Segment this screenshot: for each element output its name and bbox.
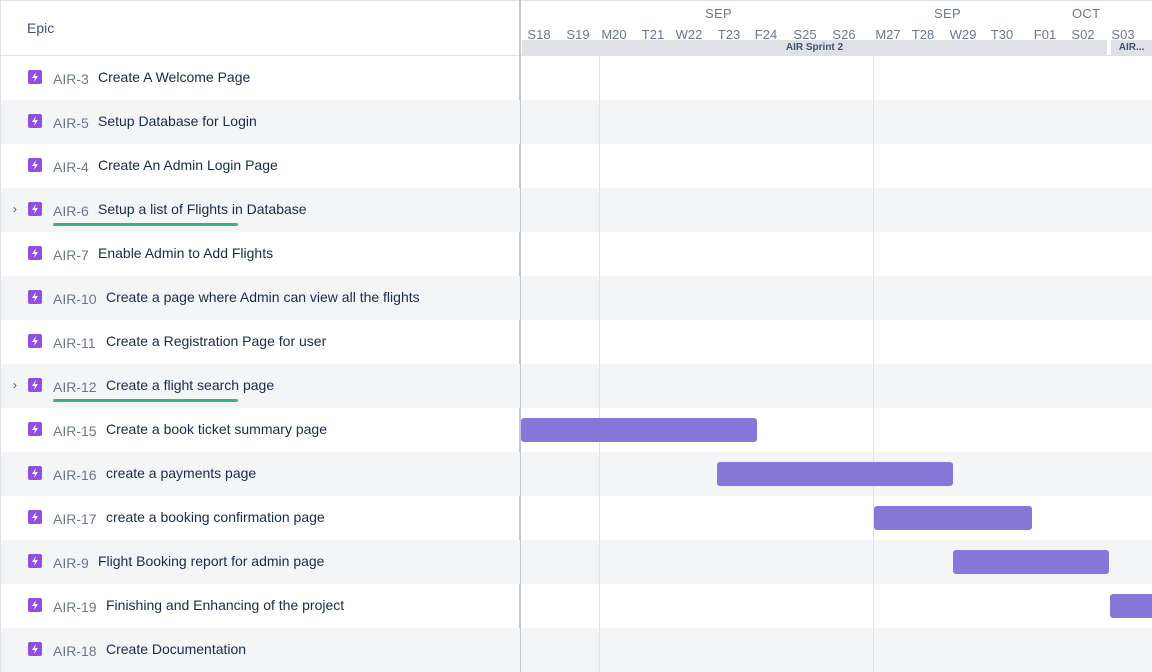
epic-column-title: Epic <box>27 20 55 36</box>
epic-key[interactable]: AIR-12 <box>53 379 97 395</box>
epic-summary[interactable]: Create a Registration Page for user <box>106 333 326 349</box>
epic-row[interactable]: AIR-19 Finishing and Enhancing of the pro… <box>1 584 520 628</box>
epic-key[interactable]: AIR-5 <box>53 115 89 131</box>
epic-summary[interactable]: create a booking confirmation page <box>106 509 325 525</box>
epic-summary[interactable]: Create An Admin Login Page <box>98 157 278 173</box>
lightning-bolt-icon <box>28 334 42 348</box>
epic-key[interactable]: AIR-15 <box>53 423 97 439</box>
epic-row[interactable]: AIR-3 Create A Welcome Page <box>1 56 520 100</box>
lightning-bolt-icon <box>28 158 42 172</box>
month-divider <box>599 0 600 672</box>
epic-row[interactable]: AIR-9 Flight Booking report for admin pag… <box>1 540 520 584</box>
timeline-row[interactable] <box>521 628 1152 672</box>
chevron-right-icon[interactable]: › <box>9 202 21 216</box>
schedule-bar[interactable] <box>717 462 953 486</box>
epic-key[interactable]: AIR-4 <box>53 159 89 175</box>
epic-summary[interactable]: Finishing and Enhancing of the project <box>106 597 344 613</box>
epic-key[interactable]: AIR-3 <box>53 71 89 87</box>
progress-bar <box>53 223 238 226</box>
schedule-bar[interactable] <box>521 418 757 442</box>
timeline-row[interactable] <box>521 276 1152 320</box>
chevron-right-icon[interactable]: › <box>9 378 21 392</box>
epic-summary[interactable]: Flight Booking report for admin page <box>98 553 324 569</box>
epic-key[interactable]: AIR-18 <box>53 643 97 659</box>
epic-summary[interactable]: Enable Admin to Add Flights <box>98 245 273 261</box>
schedule-bar[interactable] <box>1110 594 1152 618</box>
lightning-bolt-icon <box>28 202 42 216</box>
epic-summary[interactable]: Create A Welcome Page <box>98 69 250 85</box>
lightning-bolt-icon <box>28 466 42 480</box>
epic-row[interactable]: AIR-16 create a payments page <box>1 452 520 496</box>
timeline-row[interactable] <box>521 56 1152 100</box>
lightning-bolt-icon <box>28 554 42 568</box>
epic-row[interactable]: AIR-10 Create a page where Admin can view… <box>1 276 520 320</box>
epic-summary[interactable]: Create a flight search page <box>106 377 274 393</box>
lightning-bolt-icon <box>28 114 42 128</box>
timeline-header: SEP SEP OCT S18 S19 M20 T21 W22 T23 F24 S25 S26 M27 T… <box>521 0 1152 56</box>
schedule-bar[interactable] <box>874 506 1032 530</box>
lightning-bolt-icon <box>28 598 42 612</box>
epic-summary[interactable]: Setup Database for Login <box>98 113 257 129</box>
epic-key[interactable]: AIR-16 <box>53 467 97 483</box>
progress-bar <box>53 399 238 402</box>
timeline-row[interactable] <box>521 320 1152 364</box>
lightning-bolt-icon <box>28 510 42 524</box>
epic-summary[interactable]: Create a page where Admin can view all t… <box>106 289 420 305</box>
epic-key[interactable]: AIR-6 <box>53 203 89 219</box>
epic-summary[interactable]: Setup a list of Flights in Database <box>98 201 307 217</box>
month-label: SEP <box>934 6 961 21</box>
epic-row[interactable]: AIR-17 create a booking confirmation page <box>1 496 520 540</box>
month-divider <box>873 0 874 672</box>
epic-summary[interactable]: Create a book ticket summary page <box>106 421 327 437</box>
timeline-row[interactable] <box>521 144 1152 188</box>
month-label: SEP <box>705 6 732 21</box>
lightning-bolt-icon <box>28 642 42 656</box>
epic-row[interactable]: AIR-15 Create a book ticket summary page <box>1 408 520 452</box>
epic-list-panel: Epic AIR-3 Create A Welcome Page AIR-5 Setu… <box>0 0 521 672</box>
epic-row[interactable]: AIR-5 Setup Database for Login <box>1 100 520 144</box>
lightning-bolt-icon <box>28 70 42 84</box>
epic-row[interactable]: AIR-4 Create An Admin Login Page <box>1 144 520 188</box>
epic-row[interactable]: AIR-7 Enable Admin to Add Flights <box>1 232 520 276</box>
epic-summary[interactable]: Create Documentation <box>106 641 246 657</box>
epic-row[interactable]: AIR-11 Create a Registration Page for use… <box>1 320 520 364</box>
epic-key[interactable]: AIR-11 <box>53 335 96 351</box>
epic-row[interactable]: › AIR-12 Create a flight search page <box>1 364 520 408</box>
timeline-row[interactable] <box>521 100 1152 144</box>
schedule-bar[interactable] <box>953 550 1109 574</box>
timeline-row[interactable] <box>521 496 1152 540</box>
epic-row[interactable]: › AIR-6 Setup a list of Flights in Databas… <box>1 188 520 232</box>
epic-key[interactable]: AIR-7 <box>53 247 89 263</box>
epic-key[interactable]: AIR-9 <box>53 555 89 571</box>
sprint-marker[interactable]: AIR Sprint 2 <box>522 40 1107 55</box>
timeline-panel: SEP SEP OCT S18 S19 M20 T21 W22 T23 F24 S25 S26 M27 T… <box>521 0 1152 672</box>
lightning-bolt-icon <box>28 246 42 260</box>
month-label: OCT <box>1072 6 1101 21</box>
sprint-marker[interactable]: AIR... <box>1111 40 1152 55</box>
epic-row[interactable]: AIR-18 Create Documentation <box>1 628 520 672</box>
epic-key[interactable]: AIR-10 <box>53 291 97 307</box>
epic-summary[interactable]: create a payments page <box>106 465 256 481</box>
lightning-bolt-icon <box>28 422 42 436</box>
timeline-row[interactable] <box>521 232 1152 276</box>
lightning-bolt-icon <box>28 378 42 392</box>
timeline-row[interactable] <box>521 364 1152 408</box>
timeline-row[interactable] <box>521 188 1152 232</box>
lightning-bolt-icon <box>28 290 42 304</box>
epic-column-header: Epic <box>1 0 519 56</box>
timeline-row[interactable] <box>521 584 1152 628</box>
epic-key[interactable]: AIR-17 <box>53 511 97 527</box>
epic-key[interactable]: AIR-19 <box>53 599 97 615</box>
